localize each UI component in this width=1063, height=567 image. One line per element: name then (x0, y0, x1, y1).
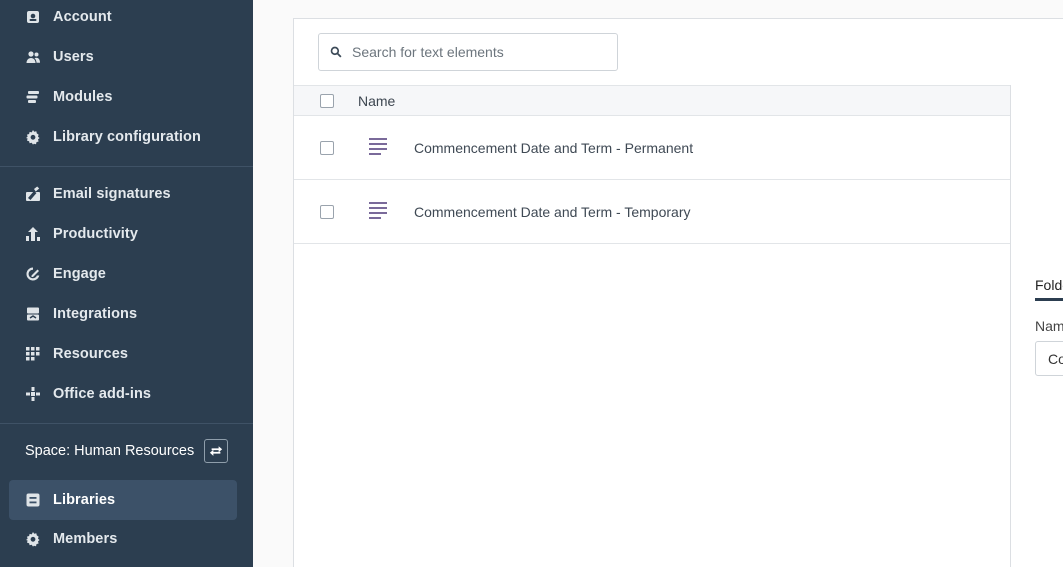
row-name: Commencement Date and Term - Temporary (414, 203, 691, 220)
sidebar-item-resources[interactable]: Resources (0, 334, 253, 374)
integrations-icon (25, 306, 41, 322)
search-input[interactable] (352, 44, 602, 60)
grid-icon (25, 346, 41, 362)
add-ins-icon (25, 386, 41, 402)
sidebar-item-label: Email signatures (53, 186, 171, 202)
sidebar-item-productivity[interactable]: Productivity (0, 214, 253, 254)
sidebar-item-libraries[interactable]: Libraries (9, 480, 237, 520)
sidebar: Account Users Modules Library configurat… (0, 0, 253, 567)
sidebar-item-office-add-ins[interactable]: Office add-ins (0, 374, 253, 414)
sidebar-item-label: Modules (53, 89, 113, 105)
swap-icon (210, 446, 223, 456)
sidebar-item-engage[interactable]: Engage (0, 254, 253, 294)
modules-icon (25, 89, 41, 105)
sidebar-item-label: Library configuration (53, 129, 201, 145)
sidebar-divider (0, 166, 253, 167)
search-box (318, 33, 618, 71)
sidebar-divider (0, 423, 253, 424)
sidebar-item-label: Account (53, 9, 112, 25)
sidebar-item-library-configuration[interactable]: Library configuration (0, 117, 253, 157)
tab-folder[interactable]: Folde (1035, 277, 1063, 301)
table-header: Name (294, 85, 1010, 116)
text-element-icon (369, 137, 387, 158)
account-icon (25, 9, 41, 25)
column-header-name[interactable]: Name (358, 93, 395, 109)
gear-icon (25, 531, 41, 547)
switch-space-button[interactable] (204, 439, 229, 463)
sidebar-item-label: Office add-ins (53, 386, 152, 402)
name-field[interactable]: Co (1035, 341, 1063, 376)
sidebar-item-modules[interactable]: Modules (0, 77, 253, 117)
row-name: Commencement Date and Term - Permanent (414, 139, 694, 156)
gear-icon (25, 129, 41, 145)
name-field-label: Nam (1035, 318, 1063, 334)
productivity-icon (25, 226, 41, 242)
detail-pane: Folde Nam Co (1010, 85, 1063, 567)
library-icon (25, 492, 41, 508)
sidebar-item-account[interactable]: Account (0, 0, 253, 37)
sidebar-item-label: Productivity (53, 226, 138, 242)
row-checkbox[interactable] (320, 204, 334, 219)
search-icon (330, 46, 342, 58)
text-element-icon (369, 201, 387, 222)
space-label: Space: Human Resources (25, 443, 195, 459)
table-row[interactable]: Commencement Date and Term - Permanent (294, 116, 1010, 180)
sidebar-item-label: Integrations (53, 306, 138, 322)
sidebar-item-email-signatures[interactable]: Email signatures (0, 174, 253, 214)
text-elements-panel: Name Commencement Date and Term - Perman… (293, 18, 1063, 567)
engage-icon (25, 266, 41, 282)
sidebar-item-users[interactable]: Users (0, 37, 253, 77)
table-row[interactable]: Commencement Date and Term - Temporary (294, 180, 1010, 244)
select-all-checkbox[interactable] (320, 93, 334, 108)
sidebar-item-label: Engage (53, 266, 106, 282)
sidebar-item-label: Resources (53, 346, 129, 362)
signature-icon (25, 186, 41, 202)
sidebar-item-label: Libraries (53, 492, 116, 508)
users-icon (25, 49, 41, 65)
sidebar-item-integrations[interactable]: Integrations (0, 294, 253, 334)
space-selector: Space: Human Resources (25, 437, 229, 465)
sidebar-item-label: Users (53, 49, 94, 65)
row-checkbox[interactable] (320, 140, 334, 155)
sidebar-item-label: Members (53, 531, 118, 547)
sidebar-item-members[interactable]: Members (0, 519, 253, 559)
